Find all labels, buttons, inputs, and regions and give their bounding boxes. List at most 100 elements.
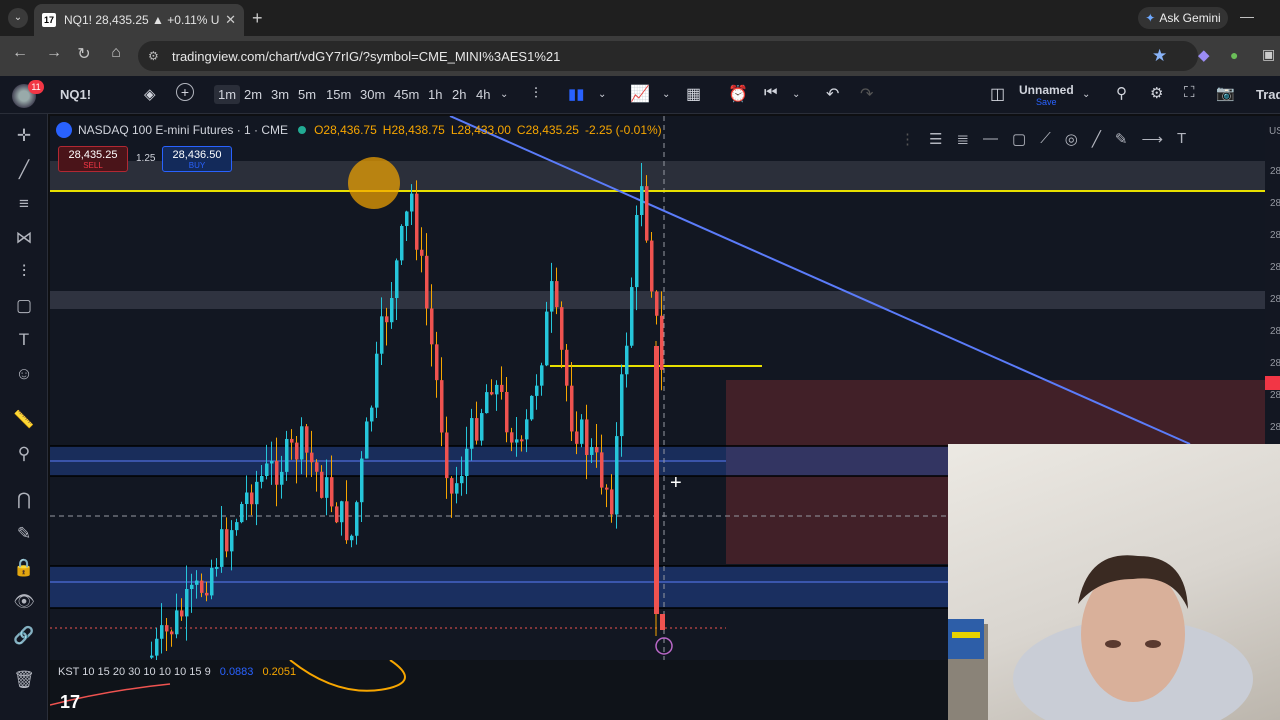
url-text: tradingview.com/chart/vdGY7rIG/?symbol=C… [172,48,561,64]
buy-button[interactable]: 28,436.50 BUY [162,146,232,172]
layout-dropdown-icon[interactable]: ⌄ [1082,89,1090,100]
pattern-icon[interactable]: ⋈ [12,228,36,248]
indicators-icon[interactable]: 📈 [630,84,650,104]
link-icon[interactable]: 🔗 [12,626,36,646]
candle-body [155,638,159,656]
replay-icon[interactable]: ⏮ [764,84,778,101]
candle-body [250,492,254,505]
new-tab-icon[interactable]: + [252,8,263,29]
candle-body [275,460,279,485]
list-icon[interactable]: ≣ [956,130,969,154]
reload-icon[interactable]: ↻ [72,44,96,64]
timeframe-1h[interactable]: 1h [428,87,442,102]
minimize-window-icon[interactable]: — [1240,8,1254,24]
candle-style-icon[interactable]: ▮▮ [568,85,585,103]
layout-name[interactable]: Unnamed [1019,83,1074,97]
buy-price: 28,436.50 [172,149,222,161]
fib-icon[interactable]: ≡ [12,194,36,214]
arrow-line-icon[interactable]: ⟶ [1141,130,1163,154]
candle-body [340,501,344,523]
back-icon[interactable]: ← [8,44,32,62]
timeframe-30m[interactable]: 30m [360,87,385,102]
brush-icon[interactable]: ▢ [12,296,36,316]
url-field[interactable]: ⚙ tradingview.com/chart/vdGY7rIG/?symbol… [138,41,1198,71]
timeframe-45m[interactable]: 45m [394,87,419,102]
timeframe-2m[interactable]: 2m [244,87,262,102]
candle-body [545,311,549,366]
candle-body [210,567,214,596]
fullscreen-icon[interactable]: ⛶ [1184,84,1195,101]
compare-symbol-icon[interactable]: ◈ [144,85,156,103]
extension-icon[interactable]: ◆ [1198,46,1210,64]
timeframe-dropdown-icon[interactable]: ⌄ [500,89,508,100]
add-symbol-icon[interactable]: + [176,83,194,101]
site-info-icon[interactable]: ⚙ [148,49,159,63]
magnet-icon[interactable]: ⋂ [12,490,36,510]
browser-address-bar: ← → ↻ ⌂ ⚙ tradingview.com/chart/vdGY7rIG… [0,36,1280,76]
brush-tool-icon[interactable]: ✎ [1115,130,1128,154]
candle-body [395,260,399,299]
candle-body [420,249,424,256]
replay-dropdown-icon[interactable]: ⌄ [792,89,800,100]
snapshot-camera-icon[interactable]: 📷 [1216,84,1235,102]
symbol-legend[interactable]: NASDAQ 100 E-mini Futures · 1 · CME O28,… [56,122,662,138]
timeframe-4h[interactable]: 4h [476,87,490,102]
redo-icon[interactable]: ↷ [860,84,873,104]
bookmark-star-icon[interactable]: ★ [1152,46,1167,66]
extension-icon[interactable]: ● [1230,47,1238,63]
home-icon[interactable]: ⌂ [104,44,128,62]
timeframe-1m[interactable]: 1m [214,85,241,104]
timeframe-3m[interactable]: 3m [271,87,289,102]
symbol-search-button[interactable]: NQ1! [60,87,91,102]
text-icon[interactable]: T [12,330,36,350]
line-tool-icon[interactable]: ╱ [1092,130,1101,154]
align-icon[interactable]: ☰ [929,130,942,154]
tab-list-icon[interactable]: ⌄ [8,8,28,28]
layout-grid-icon[interactable]: ▦ [686,84,701,104]
lock-draw-icon[interactable]: ✎ [12,524,36,544]
panel-toggle-icon[interactable]: ◫ [990,84,1005,104]
candle-body [625,345,629,375]
rectangle-icon[interactable]: ▢ [1012,130,1026,154]
forward-icon[interactable]: → [42,44,66,62]
emoji-icon[interactable]: ☺ [12,364,36,384]
circle-target-icon[interactable]: ◎ [1065,130,1078,154]
timeframe-5m[interactable]: 5m [298,87,316,102]
extension-icon[interactable]: ▣ [1262,46,1275,63]
ask-gemini-button[interactable]: ✦ Ask Gemini [1138,7,1228,29]
trash-icon[interactable]: 🗑 [12,670,36,690]
text-tool-icon[interactable]: T [1177,130,1186,154]
candle-body [195,580,199,585]
undo-icon[interactable]: ↶ [826,84,839,104]
price-scale-tick: 28 [1270,326,1280,337]
drawing-object-toolbar: ⋮ ☰ ≣ — ▢ ⟋ ◎ ╱ ✎ ⟶ T [900,130,1186,154]
forecast-icon[interactable]: ⫶ [12,262,36,282]
browser-tab[interactable]: 17 NQ1! 28,435.25 ▲ +0.11% Unn... ✕ [34,4,244,36]
close-tab-icon[interactable]: ✕ [225,12,236,28]
ruler-icon[interactable]: 📏 [12,410,36,430]
timeframe-15m[interactable]: 15m [326,87,351,102]
demand-zone-upper-right [726,446,976,476]
chart-type-dropdown-icon[interactable]: ⌄ [598,89,606,100]
spread-value: 1.25 [136,153,156,164]
drag-handle-icon[interactable]: ⋮ [900,130,915,154]
path-icon[interactable]: ⟋ [1040,130,1051,154]
settings-gear-icon[interactable]: ⚙ [1150,84,1163,102]
horizontal-line-icon[interactable]: — [983,130,998,154]
alert-icon[interactable]: ⏰ [728,84,748,104]
lock-icon[interactable]: 🔒 [12,558,36,578]
crosshair-icon[interactable]: ✛ [12,126,36,146]
indicators-dropdown-icon[interactable]: ⌄ [662,89,670,100]
layout-save-label[interactable]: Save [1036,97,1057,107]
ask-gemini-label: Ask Gemini [1159,11,1221,25]
timeframe-2h[interactable]: 2h [452,87,466,102]
eye-icon[interactable]: 👁 [12,592,36,612]
bar-style-icon[interactable]: ⫶ [534,85,538,102]
quick-search-icon[interactable]: ⚲ [1116,84,1127,102]
trade-button[interactable]: Trad [1256,87,1280,102]
candle-body [240,504,244,523]
trendline-icon[interactable]: ╱ [12,160,36,180]
drawing-toolbar: ✛ ╱ ≡ ⋈ ⫶ ▢ T ☺ 📏 ⚲ ⋂ ✎ 🔒 👁 🔗 🗑 [0,114,48,720]
sell-button[interactable]: 28,435.25 SELL [58,146,128,172]
zoom-icon[interactable]: ⚲ [12,444,36,464]
